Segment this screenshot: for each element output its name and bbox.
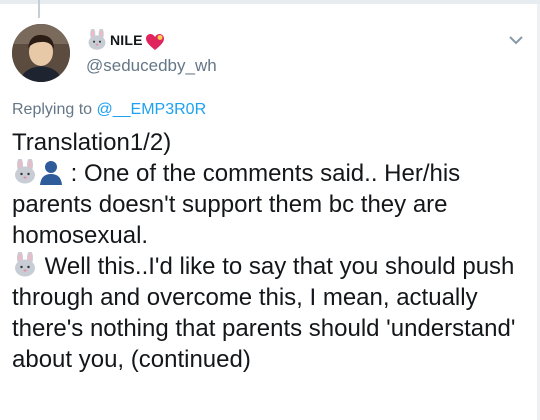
user-info: NILE @seducedby_wh [86, 28, 217, 76]
chevron-down-icon[interactable] [508, 34, 524, 46]
tweet-line-3-text: Well this..I'd like to say that you shou… [12, 253, 516, 373]
thread-connector-line [38, 0, 40, 18]
rabbit-face-icon [12, 252, 38, 278]
replying-to-line: Replying to @__EMP3R0R [12, 101, 206, 119]
avatar[interactable] [12, 24, 70, 82]
reply-handle-link[interactable]: @__EMP3R0R [97, 101, 207, 118]
tweet-line-2-text: : One of the comments said.. Her/his par… [12, 160, 461, 249]
user-handle[interactable]: @seducedby_wh [86, 56, 217, 76]
bust-silhouette-icon [38, 159, 64, 185]
tweet-paragraph-2: : One of the comments said.. Her/his par… [12, 158, 532, 251]
tweet-paragraph-3: Well this..I'd like to say that you shou… [12, 251, 532, 375]
rabbit-face-icon [12, 159, 38, 185]
display-name: NILE [110, 32, 143, 48]
tweet-body: Translation1/2) : One of the comments sa… [12, 127, 532, 375]
rabbit-face-icon [86, 28, 108, 51]
replying-to-prefix: Replying to [12, 101, 93, 118]
display-name-row[interactable]: NILE [86, 28, 217, 52]
heart-icon [145, 33, 165, 51]
top-divider [0, 0, 540, 4]
tweet-line-1: Translation1/2) [12, 129, 172, 156]
